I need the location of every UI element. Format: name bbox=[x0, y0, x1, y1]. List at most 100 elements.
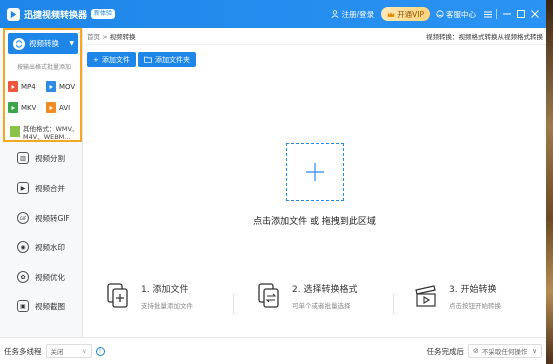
format-mkv[interactable]: MKV bbox=[8, 102, 36, 113]
sidebar-item-label: 视频转GIF bbox=[35, 213, 70, 223]
format-step-icon bbox=[256, 283, 282, 309]
chevron-down-icon: ∨ bbox=[532, 347, 537, 355]
breadcrumb-description: 视频转换：视频格式转换从视频格式转换 bbox=[426, 33, 543, 41]
main-panel: 首页 > 视频转换 视频转换：视频格式转换从视频格式转换 + 添加文件 添加文件… bbox=[83, 28, 546, 337]
step-separator bbox=[393, 294, 394, 314]
close-icon[interactable] bbox=[529, 7, 541, 21]
breadcrumb-separator: > bbox=[102, 33, 108, 41]
chevron-down-icon: ▼ bbox=[69, 40, 74, 47]
convert-icon bbox=[13, 37, 25, 50]
user-icon bbox=[331, 10, 339, 18]
login-label: 注册/登录 bbox=[341, 9, 375, 19]
sidebar-item-optimize[interactable]: ✿ 视频优化 bbox=[0, 264, 82, 290]
multithread-value: 关闭 bbox=[50, 348, 64, 356]
breadcrumb-current: 视频转换 bbox=[109, 33, 136, 41]
sidebar-active-label: 视频转换 bbox=[29, 39, 59, 48]
watermark-icon: ◉ bbox=[17, 241, 29, 253]
help-label: 客服中心 bbox=[446, 9, 476, 19]
bottom-bar: 任务多线程 关闭 ∨ ! 任务完成后 ⊘ 不采取任何操作 ∨ bbox=[0, 337, 546, 364]
format-label: MOV bbox=[59, 82, 76, 91]
format-avi[interactable]: AVI bbox=[46, 102, 70, 113]
add-folder-label: 添加文件夹 bbox=[155, 55, 190, 64]
sidebar: 视频转换 ▼ 按输出格式批量添加 MP4 MOV MKV AVI 其他格式：WM… bbox=[0, 28, 83, 337]
app-title: 迅捷视频转换器 bbox=[24, 10, 88, 21]
screenshot-icon: ▣ bbox=[17, 300, 29, 312]
mp4-file-icon bbox=[8, 81, 18, 92]
info-icon[interactable]: ! bbox=[95, 346, 105, 356]
after-complete-value: 不采取任何操作 bbox=[481, 348, 528, 356]
step-subtitle: 点击按钮开始转换 bbox=[449, 302, 501, 310]
add-file-button[interactable]: + 添加文件 bbox=[87, 52, 136, 67]
sidebar-item-video-convert[interactable]: 视频转换 ▼ bbox=[8, 33, 78, 54]
sidebar-item-label: 视频截图 bbox=[35, 301, 65, 311]
multithread-select[interactable]: 关闭 ∨ bbox=[45, 344, 92, 358]
format-mov[interactable]: MOV bbox=[46, 81, 75, 92]
sidebar-item-label: 视频分割 bbox=[35, 153, 65, 163]
step-title: 3. 开始转换 bbox=[449, 285, 497, 295]
clapper-icon bbox=[413, 283, 439, 309]
format-label: MP4 bbox=[21, 82, 36, 91]
step-subtitle: 支持批量添加文件 bbox=[141, 302, 193, 310]
sidebar-item-label: 视频优化 bbox=[35, 272, 65, 282]
add-file-label: 添加文件 bbox=[101, 55, 130, 64]
drop-zone[interactable] bbox=[286, 143, 344, 201]
format-other[interactable]: 其他格式：WMV、M4V、WEBM... bbox=[10, 125, 80, 141]
split-icon: ▥ bbox=[17, 152, 29, 164]
format-mp4[interactable]: MP4 bbox=[8, 81, 36, 92]
after-complete-select[interactable]: ⊘ 不采取任何操作 ∨ bbox=[468, 344, 542, 358]
sidebar-item-merge[interactable]: ▶ 视频合并 bbox=[0, 175, 82, 201]
breadcrumb-home[interactable]: 首页 bbox=[87, 33, 100, 41]
vip-label: 开通VIP bbox=[397, 9, 424, 19]
sidebar-item-split[interactable]: ▥ 视频分割 bbox=[0, 145, 82, 171]
mkv-file-icon bbox=[8, 102, 18, 113]
app-window: 迅捷视频转换器 新体验 注册/登录 开通VIP 客服中心 视频转换 ▼ 按输出格… bbox=[0, 0, 546, 364]
crown-icon bbox=[387, 11, 395, 17]
step-title: 1. 添加文件 bbox=[141, 285, 189, 295]
sidebar-item-label: 视频合并 bbox=[35, 183, 65, 193]
other-file-icon bbox=[10, 126, 20, 137]
format-label: MKV bbox=[21, 103, 37, 112]
after-complete-label: 任务完成后 bbox=[426, 346, 465, 356]
mov-file-icon bbox=[46, 81, 56, 92]
step-add-file: 1. 添加文件 支持批量添加文件 bbox=[105, 282, 193, 310]
sidebar-item-gif[interactable]: GIF 视频转GIF bbox=[0, 205, 82, 231]
sidebar-item-watermark[interactable]: ◉ 视频水印 bbox=[0, 234, 82, 260]
step-title: 2. 选择转换格式 bbox=[292, 285, 358, 295]
title-separator bbox=[496, 9, 497, 19]
add-file-step-icon bbox=[105, 283, 131, 309]
sidebar-item-screenshot[interactable]: ▣ 视频截图 bbox=[0, 293, 82, 319]
multithread-label: 任务多线程 bbox=[4, 346, 42, 356]
no-action-icon: ⊘ bbox=[473, 347, 479, 355]
chevron-down-icon: ∨ bbox=[82, 347, 87, 355]
step-start-convert: 3. 开始转换 点击按钮开始转换 bbox=[413, 282, 501, 310]
minimize-icon[interactable] bbox=[501, 7, 513, 21]
format-label: AVI bbox=[59, 103, 71, 112]
title-bar: 迅捷视频转换器 新体验 注册/登录 开通VIP 客服中心 bbox=[0, 0, 546, 28]
step-separator bbox=[233, 294, 234, 314]
beta-badge: 新体验 bbox=[91, 9, 116, 19]
sidebar-item-label: 视频水印 bbox=[35, 242, 65, 252]
gif-icon: GIF bbox=[17, 212, 29, 224]
help-center-link[interactable]: 客服中心 bbox=[436, 9, 476, 20]
step-subtitle: 可单个或者批量选择 bbox=[292, 302, 351, 310]
folder-icon bbox=[144, 56, 152, 63]
steps-guide: 1. 添加文件 支持批量添加文件 2. 选择转换格式 可单个或者批量选择 3. … bbox=[83, 282, 546, 332]
maximize-icon[interactable] bbox=[515, 7, 527, 21]
plus-icon: + bbox=[93, 55, 99, 64]
drop-zone-label: 点击添加文件 或 拖拽到此区域 bbox=[253, 217, 376, 227]
avi-file-icon bbox=[46, 102, 56, 113]
breadcrumb: 首页 > 视频转换 视频转换：视频格式转换从视频格式转换 bbox=[83, 28, 546, 45]
play-icon: ▶ bbox=[17, 182, 29, 194]
other-formats-label: 其他格式：WMV、M4V、WEBM... bbox=[23, 125, 79, 141]
optimize-icon: ✿ bbox=[17, 271, 29, 283]
app-logo-icon bbox=[7, 7, 20, 21]
batch-hint: 按输出格式批量添加 bbox=[16, 64, 71, 71]
step-choose-format: 2. 选择转换格式 可单个或者批量选择 bbox=[256, 282, 357, 310]
breadcrumb-path: 首页 > 视频转换 bbox=[87, 31, 136, 41]
add-folder-button[interactable]: 添加文件夹 bbox=[138, 52, 196, 67]
vip-button[interactable]: 开通VIP bbox=[381, 7, 430, 21]
menu-icon[interactable] bbox=[482, 7, 494, 21]
headset-icon bbox=[436, 10, 444, 18]
plus-icon bbox=[306, 163, 324, 181]
login-link[interactable]: 注册/登录 bbox=[331, 9, 375, 20]
